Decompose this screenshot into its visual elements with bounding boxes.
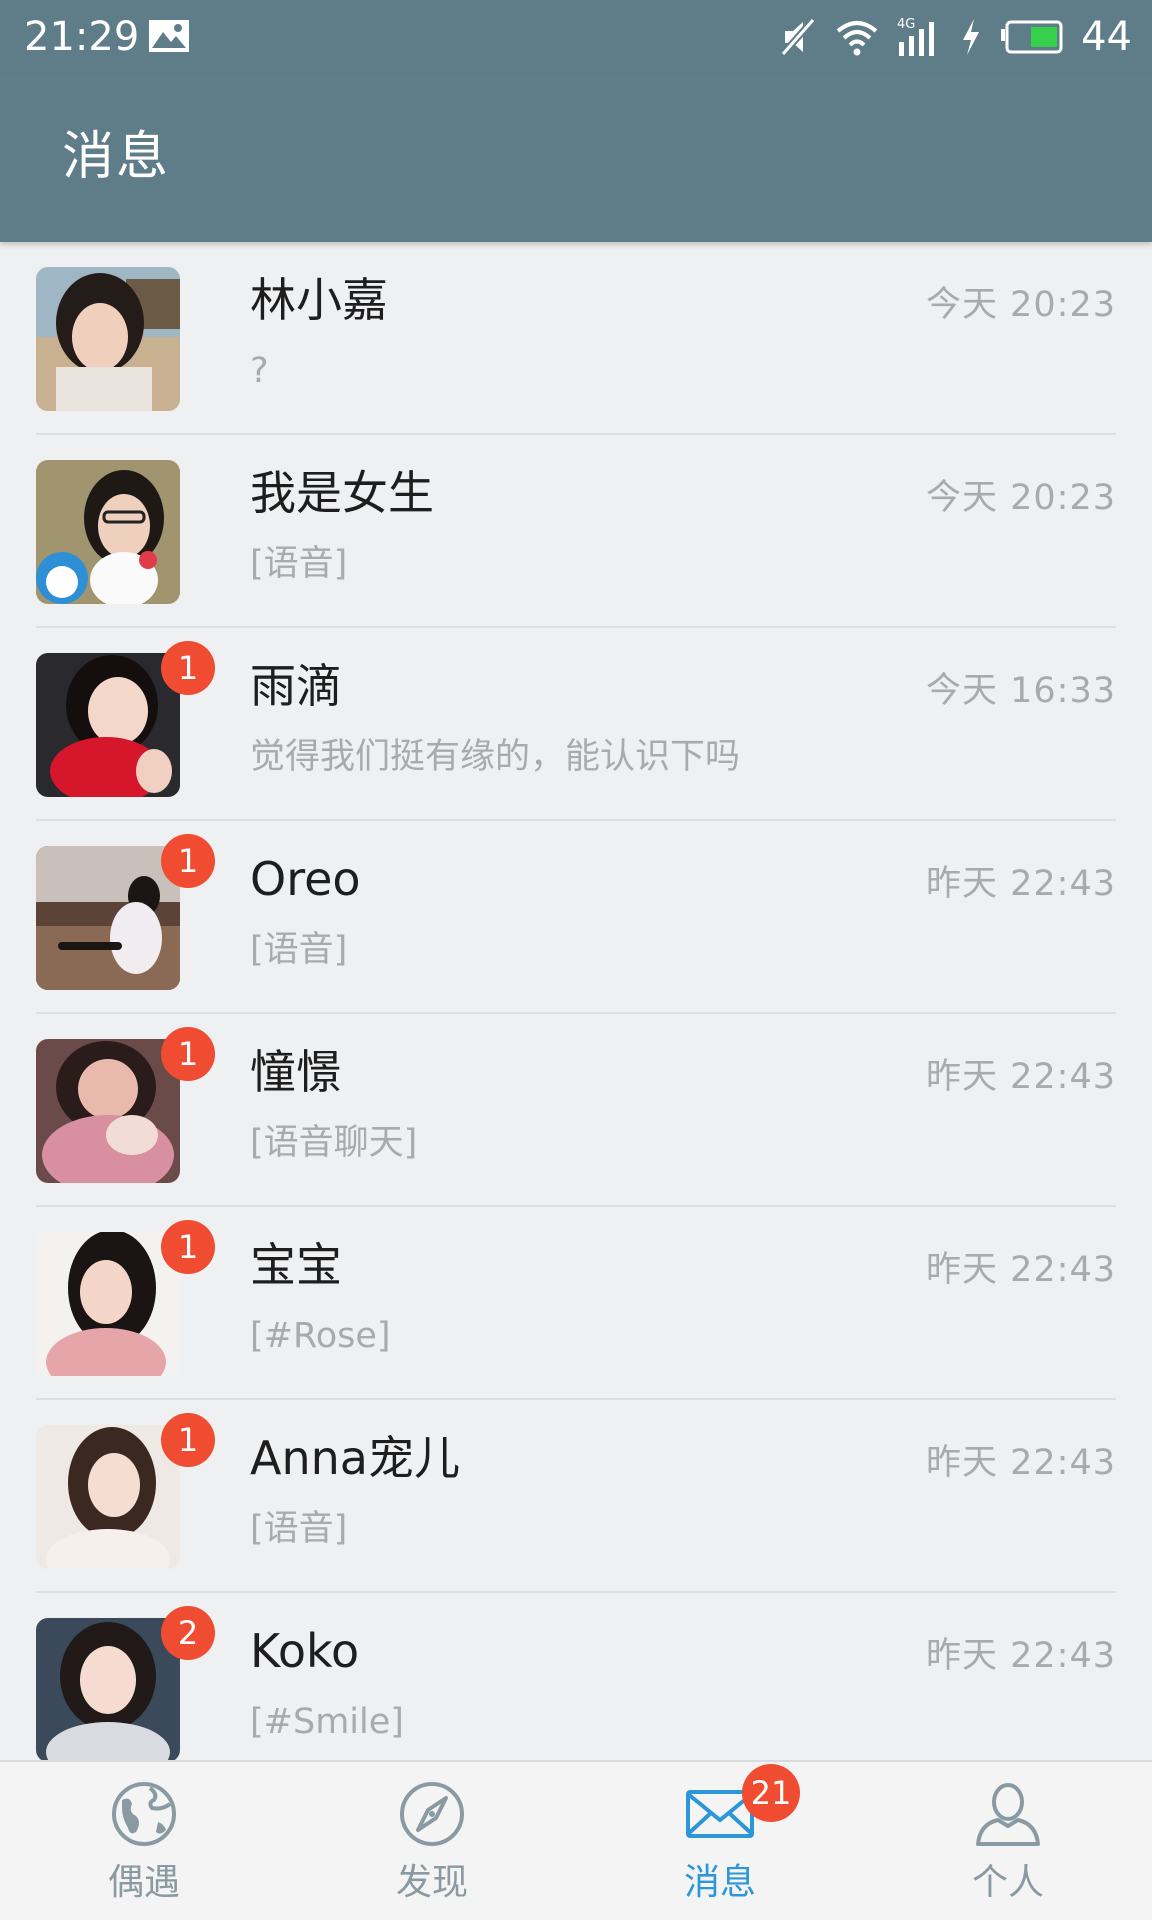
message-preview: ? xyxy=(250,351,269,391)
contact-name: 林小嘉 xyxy=(250,273,388,327)
bottom-nav: 偶遇 发现 21 消息 个人 xyxy=(0,1760,1152,1920)
message-time: 今天 20:23 xyxy=(926,478,1116,518)
unread-badge: 1 xyxy=(161,1413,215,1467)
svg-text:4G: 4G xyxy=(897,17,915,32)
message-time: 昨天 22:43 xyxy=(926,1250,1116,1290)
tab-profile[interactable]: 个人 xyxy=(864,1762,1152,1920)
unread-badge: 1 xyxy=(161,641,215,695)
unread-badge: 2 xyxy=(161,1606,215,1660)
message-preview: [#Smile] xyxy=(250,1702,404,1742)
avatar[interactable] xyxy=(36,1618,180,1760)
contact-name: 我是女生 xyxy=(250,466,434,520)
message-preview: 觉得我们挺有缘的，能认识下吗 xyxy=(250,737,741,777)
tab-label: 个人 xyxy=(971,1862,1044,1903)
compass-icon xyxy=(400,1782,464,1846)
contact-name: 憧憬 xyxy=(250,1045,342,1099)
image-icon xyxy=(149,20,189,52)
conversation-item[interactable]: 我是女生 [语音] 今天 20:23 xyxy=(0,435,1152,628)
message-preview: [语音] xyxy=(250,1509,348,1549)
message-time: 昨天 22:43 xyxy=(926,864,1116,904)
avatar[interactable] xyxy=(36,653,180,797)
avatar[interactable] xyxy=(36,846,180,990)
status-icons: 4G 44 xyxy=(761,12,1132,62)
avatar[interactable] xyxy=(36,460,180,604)
tab-discover[interactable]: 发现 xyxy=(288,1762,576,1920)
contact-name: Koko xyxy=(250,1624,360,1678)
unread-badge: 1 xyxy=(161,1027,215,1081)
message-time: 今天 20:23 xyxy=(926,285,1116,325)
tab-messages[interactable]: 21 消息 xyxy=(576,1762,864,1920)
app-root: 21:29 4G 44 消息 林小嘉 ? 今天 20:23 我是女生 [语音] … xyxy=(0,0,1152,1920)
conversation-item[interactable]: 林小嘉 ? 今天 20:23 xyxy=(0,242,1152,435)
battery-level: 44 xyxy=(1081,14,1132,60)
tab-encounter[interactable]: 偶遇 xyxy=(0,1762,288,1920)
message-preview: [语音] xyxy=(250,544,348,584)
avatar[interactable] xyxy=(36,1232,180,1376)
status-bar: 21:29 4G 44 xyxy=(0,0,1152,74)
contact-name: 宝宝 xyxy=(250,1238,342,1292)
conversation-item[interactable]: 1 Oreo [语音] 昨天 22:43 xyxy=(0,821,1152,1014)
message-preview: [#Rose] xyxy=(250,1316,391,1356)
message-preview: [语音] xyxy=(250,930,348,970)
message-time: 昨天 22:43 xyxy=(926,1443,1116,1483)
signal-4g-icon: 4G xyxy=(897,17,935,56)
battery-icon xyxy=(1001,20,1063,54)
conversation-item[interactable]: 1 宝宝 [#Rose] 昨天 22:43 xyxy=(0,1207,1152,1400)
status-time: 21:29 xyxy=(24,14,140,60)
avatar[interactable] xyxy=(36,1039,180,1183)
charging-icon xyxy=(963,19,980,55)
conversation-item[interactable]: 2 Koko [#Smile] 昨天 22:43 xyxy=(0,1593,1152,1760)
message-preview: [语音聊天] xyxy=(250,1123,418,1163)
unread-total-badge: 21 xyxy=(742,1764,800,1822)
conversation-list[interactable]: 林小嘉 ? 今天 20:23 我是女生 [语音] 今天 20:23 1 雨滴 觉… xyxy=(0,242,1152,1760)
unread-badge: 1 xyxy=(161,834,215,888)
app-bar: 消息 xyxy=(0,74,1152,242)
conversation-item[interactable]: 1 憧憬 [语音聊天] 昨天 22:43 xyxy=(0,1014,1152,1207)
page-title: 消息 xyxy=(62,127,171,187)
wifi-icon xyxy=(836,21,878,56)
tab-label: 发现 xyxy=(395,1862,468,1903)
conversation-item[interactable]: 1 雨滴 觉得我们挺有缘的，能认识下吗 今天 16:33 xyxy=(0,628,1152,821)
unread-badge: 1 xyxy=(161,1220,215,1274)
tab-label: 偶遇 xyxy=(107,1862,180,1903)
message-time: 昨天 22:43 xyxy=(926,1636,1116,1676)
avatar[interactable] xyxy=(36,1425,180,1569)
conversation-item[interactable]: 1 Anna宠儿 [语音] 昨天 22:43 xyxy=(0,1400,1152,1593)
tab-label: 消息 xyxy=(683,1862,756,1903)
contact-name: 雨滴 xyxy=(250,659,342,713)
message-time: 昨天 22:43 xyxy=(926,1057,1116,1097)
globe-icon xyxy=(112,1782,176,1846)
muted-icon xyxy=(780,17,816,57)
avatar[interactable] xyxy=(36,267,180,411)
message-time: 今天 16:33 xyxy=(926,671,1116,711)
contact-name: Anna宠儿 xyxy=(250,1431,460,1485)
contact-name: Oreo xyxy=(250,852,361,906)
person-icon xyxy=(976,1783,1040,1846)
